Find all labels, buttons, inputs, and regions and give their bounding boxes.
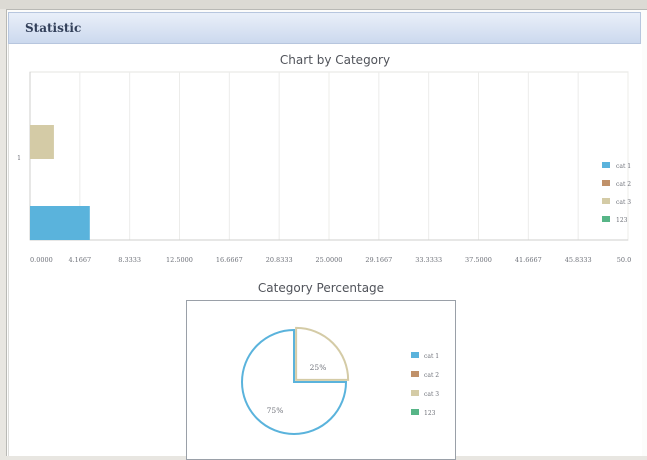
legend-label: cat 3 [424, 391, 439, 398]
legend-swatch [411, 409, 419, 415]
slice-label: 75% [267, 406, 284, 415]
legend-swatch [411, 371, 419, 377]
legend-label: cat 1 [424, 353, 439, 360]
pie-chart: 25% 75% cat 1 cat 2 cat 3 123 [241, 326, 439, 435]
legend-label: cat 2 [424, 372, 439, 379]
legend-swatch [411, 390, 419, 396]
slice-label: 25% [310, 363, 327, 372]
legend-swatch [411, 352, 419, 358]
legend-label: 123 [424, 410, 436, 417]
pie-slice-cat-3 [295, 326, 350, 381]
